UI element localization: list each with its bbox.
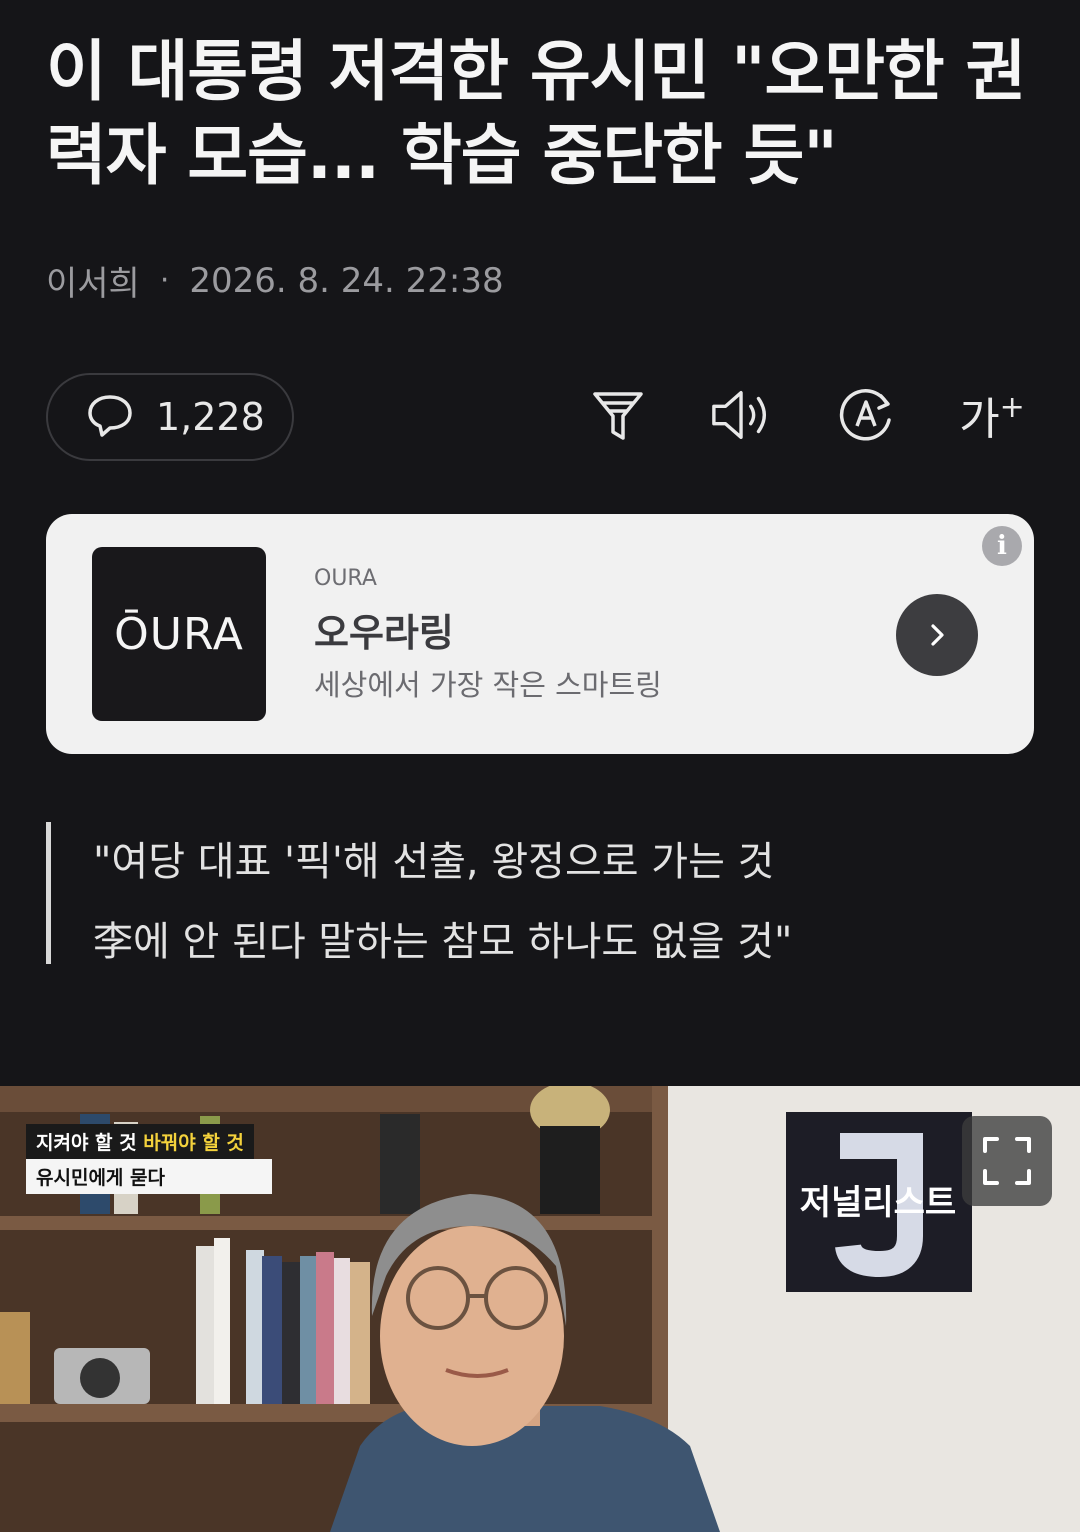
summary-filter-button[interactable] — [586, 383, 650, 447]
funnel-icon — [593, 392, 643, 440]
auto-translate-icon — [839, 389, 891, 441]
fullscreen-button[interactable] — [962, 1116, 1052, 1206]
comment-count: 1,228 — [156, 395, 265, 439]
comments-button[interactable]: 1,228 — [46, 373, 294, 461]
pull-quote: "여당 대표 '픽'해 선출, 왕정으로 가는 것 李에 안 된다 말하는 참모… — [46, 822, 1026, 965]
publish-datetime: 2026. 8. 24. 22:38 — [189, 260, 504, 301]
author-name: 이서희 — [46, 264, 140, 304]
chevron-right-icon — [931, 624, 944, 646]
comment-bubble-icon — [86, 391, 134, 443]
ad-brand: OURA — [314, 566, 377, 591]
caption-part-1: 지켜야 할 것 — [36, 1132, 137, 1154]
sign-text: 저널리스트 — [800, 1183, 956, 1223]
ad-logo: ŌURA — [92, 547, 266, 721]
speaker-icon — [712, 391, 766, 439]
byline-separator: · — [159, 263, 170, 298]
quote-line-2: 李에 안 된다 말하는 참모 하나도 없을 것" — [93, 919, 793, 965]
broadcast-caption: 지켜야 할 것 바꿔야 할 것 유시민에게 묻다 — [26, 1124, 272, 1194]
ad-title: 오우라링 — [314, 611, 454, 655]
caption-line-2: 유시민에게 묻다 — [26, 1159, 272, 1194]
expand-icon — [983, 1137, 1031, 1185]
caption-line-1: 지켜야 할 것 바꿔야 할 것 — [26, 1124, 254, 1159]
font-size-plus: + — [999, 389, 1025, 425]
caption-part-2: 바꿔야 할 것 — [143, 1132, 244, 1154]
ad-go-button[interactable] — [896, 594, 978, 676]
quote-line-1: "여당 대표 '픽'해 선출, 왕정으로 가는 것 — [93, 839, 775, 885]
byline: 이서희 · 2026. 8. 24. 22:38 — [46, 256, 504, 305]
article-photo: 저널리스트 지켜야 할 것 바꿔야 할 것 유시민에게 묻다 — [0, 1086, 1080, 1532]
font-size-label: 가 — [959, 394, 1000, 445]
translate-button[interactable] — [834, 383, 898, 447]
font-size-button[interactable]: 가 + — [954, 383, 1030, 447]
ad-description: 세상에서 가장 작은 스마트링 — [314, 668, 662, 702]
read-aloud-button[interactable] — [710, 383, 774, 447]
ad-banner[interactable]: ŌURA OURA 오우라링 세상에서 가장 작은 스마트링 i — [46, 514, 1034, 754]
article-headline: 이 대통령 저격한 유시민 "오만한 권력자 모습... 학습 중단한 듯" — [46, 33, 1026, 194]
ad-info-icon[interactable]: i — [982, 526, 1022, 566]
